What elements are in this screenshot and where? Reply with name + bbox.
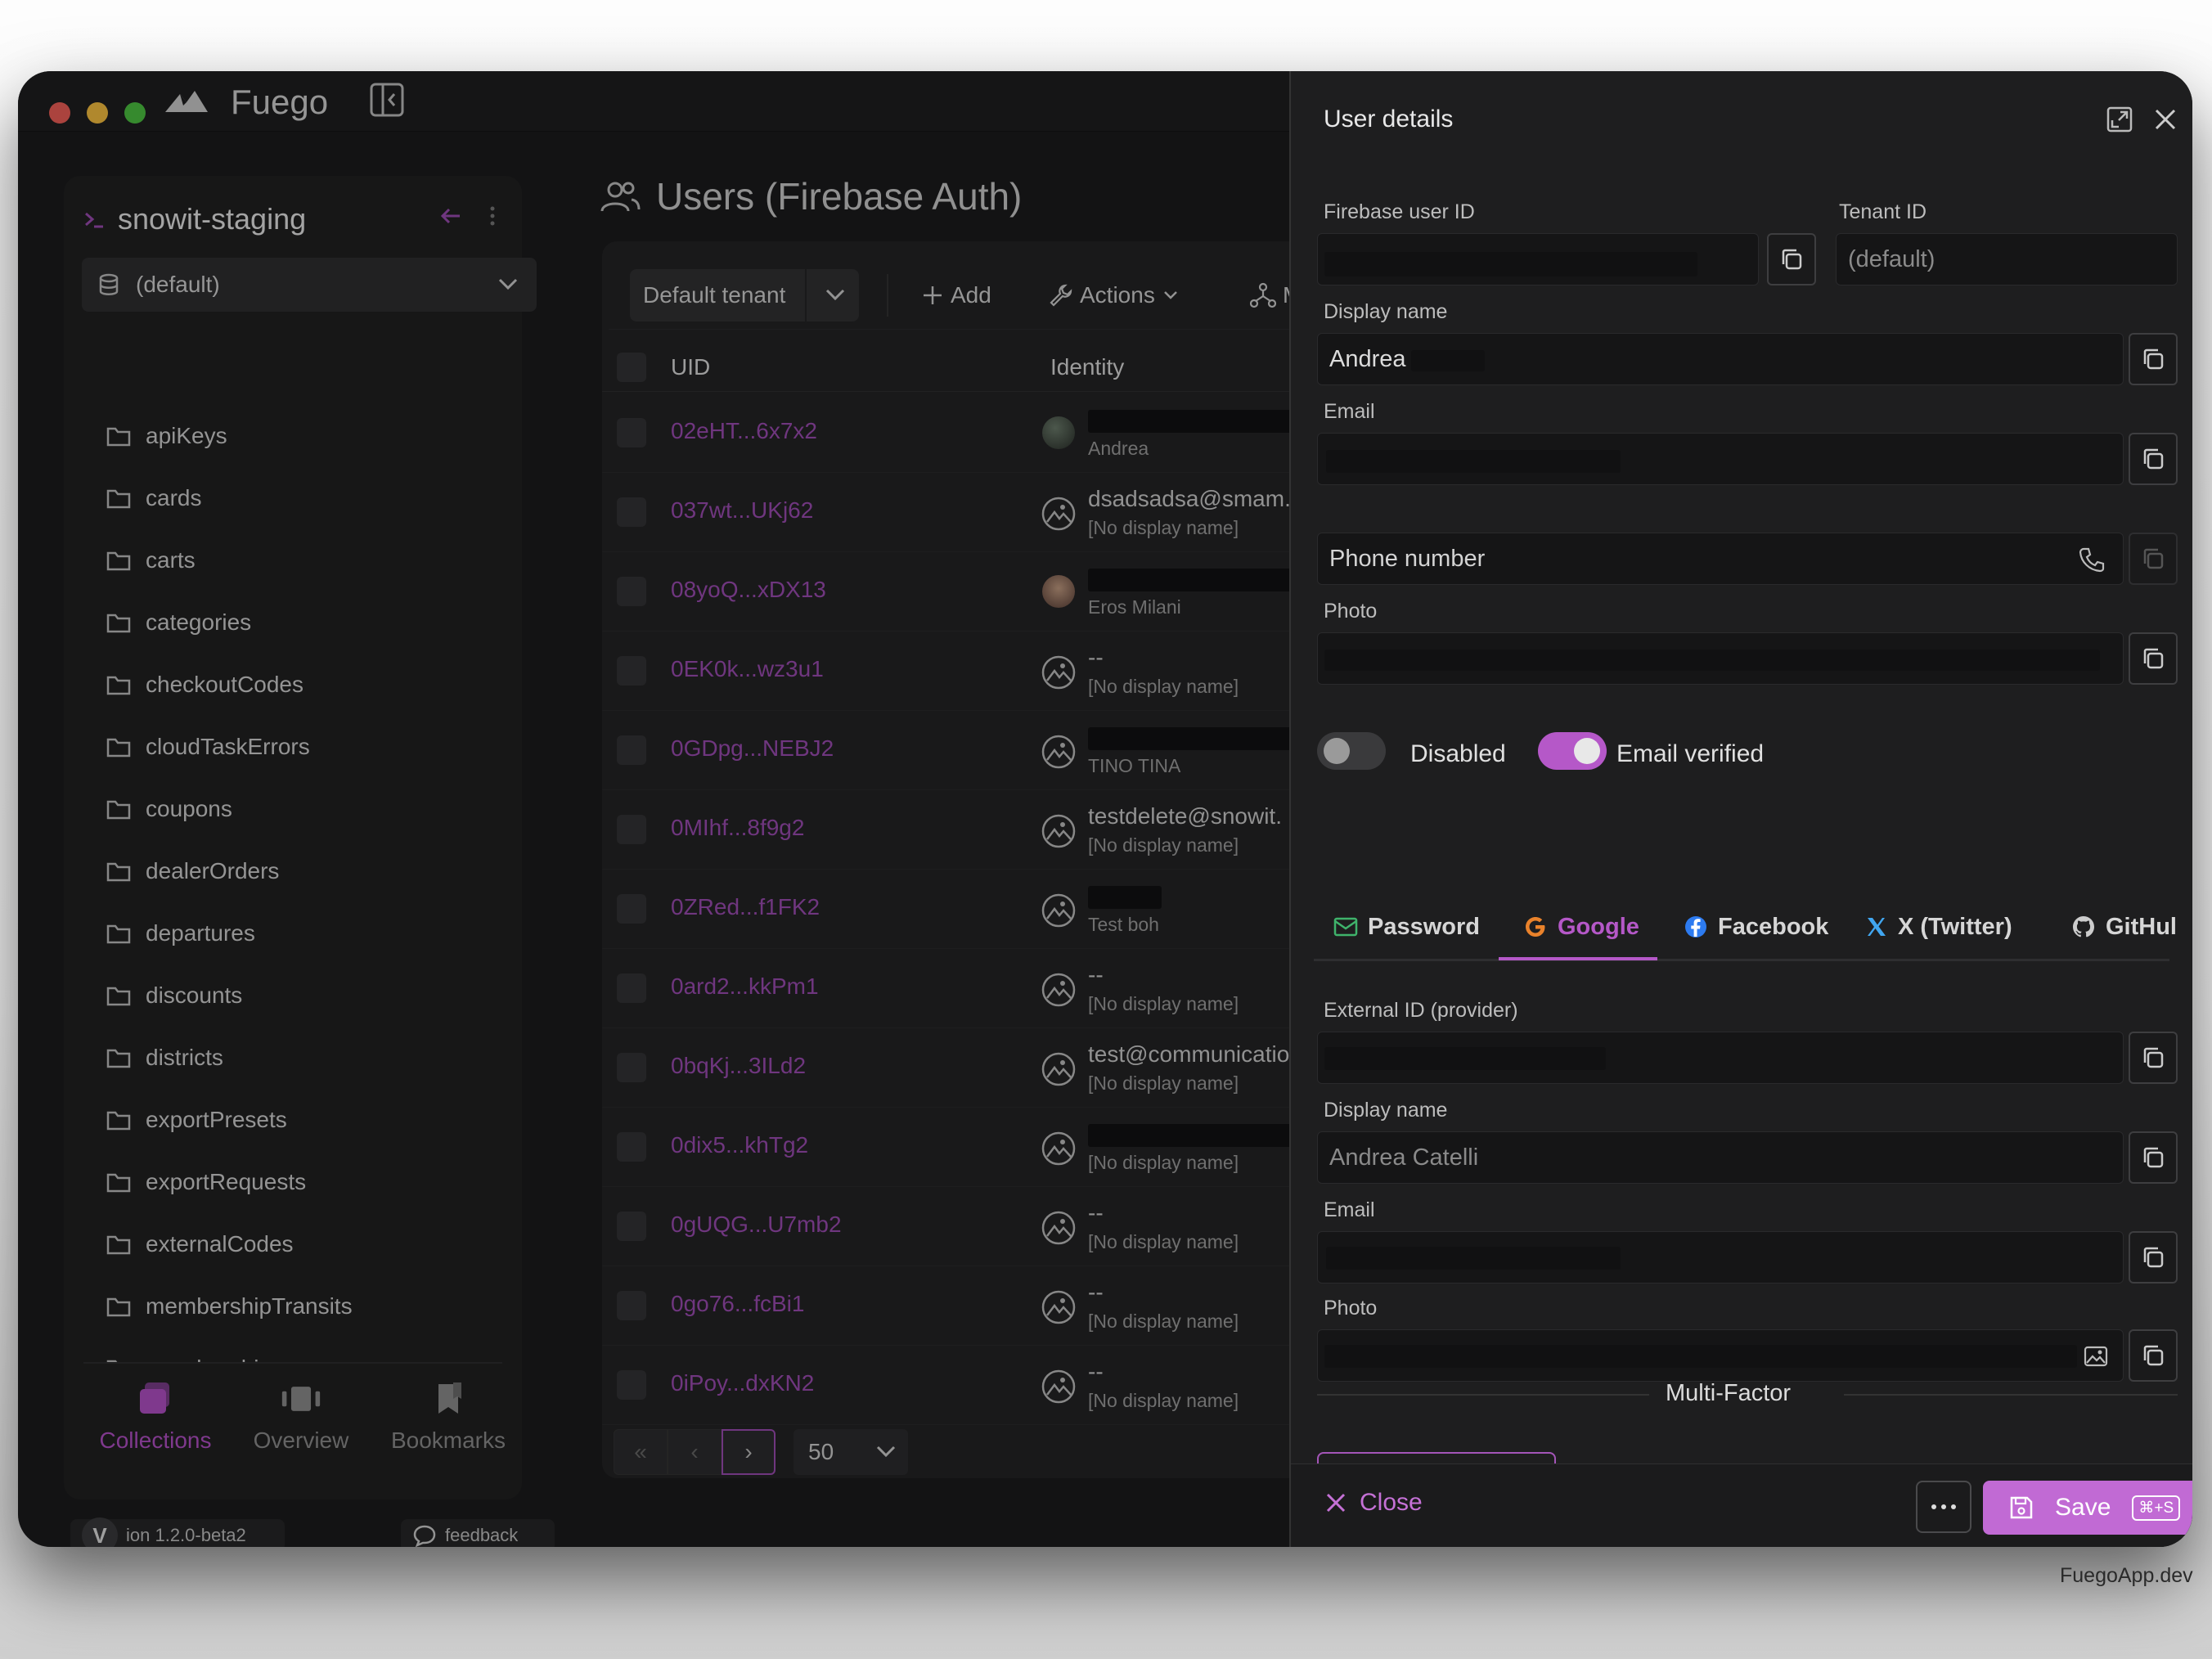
redacted-value	[1324, 650, 2100, 671]
tab-twitter[interactable]: X (Twitter)	[1865, 896, 2012, 958]
toggle-knob	[1574, 738, 1600, 764]
active-tab-indicator	[1499, 957, 1657, 960]
more-horizontal-icon	[1931, 1504, 1956, 1509]
github-icon	[2073, 916, 2094, 937]
redacted-value	[1324, 252, 1697, 276]
tenant-id-field[interactable]: (default)	[1836, 233, 2178, 285]
copy-display-name-button[interactable]	[2129, 333, 2178, 385]
tenant-id-label: Tenant ID	[1839, 200, 1927, 223]
copy-icon	[2143, 348, 2164, 370]
provider-display-name-label: Display name	[1324, 1099, 1448, 1122]
tab-facebook[interactable]: Facebook	[1684, 896, 1828, 958]
phone-field[interactable]: Phone number	[1317, 533, 2124, 585]
close-panel-icon[interactable]	[2153, 107, 2178, 132]
provider-display-name-field[interactable]: Andrea Catelli	[1317, 1131, 2124, 1184]
tab-password[interactable]: Password	[1333, 896, 1480, 958]
save-icon	[2010, 1496, 2033, 1519]
provider-email-field[interactable]	[1317, 1231, 2124, 1284]
mail-icon	[1333, 917, 1358, 937]
save-label: Save	[2055, 1494, 2111, 1521]
display-name-label: Display name	[1324, 300, 1448, 323]
toggle-knob	[1324, 738, 1350, 764]
photo-label: Photo	[1324, 600, 1378, 623]
close-icon	[1326, 1493, 1346, 1513]
redacted-value	[1326, 1247, 1621, 1270]
copy-phone-button[interactable]	[2129, 533, 2178, 585]
section-divider	[1317, 1394, 1649, 1396]
x-icon	[1868, 918, 1886, 936]
redacted-value	[1326, 450, 1621, 473]
copy-provider-email-button[interactable]	[2129, 1231, 2178, 1284]
modal-backdrop[interactable]	[18, 71, 1289, 1547]
copy-uid-button[interactable]	[1767, 233, 1816, 285]
firebase-uid-field[interactable]	[1317, 233, 1759, 285]
tab-label: Password	[1368, 913, 1480, 940]
copy-icon	[2143, 1247, 2164, 1268]
tab-label: X (Twitter)	[1898, 913, 2012, 940]
redacted-value	[1411, 350, 1485, 371]
multi-factor-heading: Multi-Factor	[1666, 1380, 1792, 1406]
tab-label: GitHul	[2106, 913, 2177, 940]
copy-photo-button[interactable]	[2129, 632, 2178, 685]
panel-footer: Close Save ⌘+S	[1291, 1463, 2192, 1547]
user-details-panel: User details Firebase user ID Tenant ID …	[1289, 71, 2192, 1547]
redacted-value	[1324, 1047, 1606, 1070]
provider-photo-label: Photo	[1324, 1297, 1378, 1320]
copy-email-button[interactable]	[2129, 433, 2178, 485]
email-verified-toggle[interactable]	[1538, 732, 1607, 770]
section-divider	[1844, 1394, 2178, 1396]
close-label: Close	[1360, 1489, 1423, 1516]
copy-provider-display-name-button[interactable]	[2129, 1131, 2178, 1184]
copy-icon	[2143, 1047, 2164, 1068]
tab-label: Google	[1558, 913, 1639, 940]
email-field[interactable]	[1317, 433, 2124, 485]
provider-email-label: Email	[1324, 1198, 1375, 1221]
tab-github[interactable]: GitHul	[2071, 896, 2177, 958]
provider-tabs: Password Google Facebook X (Twitter) Git…	[1314, 889, 2177, 961]
email-label: Email	[1324, 400, 1375, 423]
watermark: FuegoApp.dev	[2060, 1564, 2193, 1587]
display-name-field[interactable]: Andrea	[1317, 333, 2124, 385]
external-id-field[interactable]	[1317, 1032, 2124, 1084]
tab-google[interactable]: Google	[1523, 896, 1639, 958]
copy-icon	[1782, 249, 1802, 270]
more-options-button[interactable]	[1916, 1481, 1971, 1533]
copy-external-id-button[interactable]	[2129, 1032, 2178, 1084]
google-icon	[1526, 917, 1545, 937]
provider-photo-field[interactable]	[1317, 1329, 2124, 1382]
disabled-label: Disabled	[1410, 740, 1506, 767]
copy-icon	[2143, 548, 2164, 569]
tab-label: Facebook	[1718, 913, 1829, 940]
phone-placeholder: Phone number	[1329, 545, 1486, 572]
panel-title: User details	[1324, 106, 1454, 133]
email-verified-label: Email verified	[1616, 740, 1765, 767]
copy-icon	[2143, 448, 2164, 470]
facebook-icon	[1685, 916, 1706, 937]
disabled-toggle[interactable]	[1317, 732, 1386, 770]
close-button[interactable]: Close	[1325, 1489, 1423, 1517]
phone-icon	[2079, 546, 2105, 573]
firebase-uid-label: Firebase user ID	[1324, 200, 1475, 223]
app-window: Fuego snowit-staging (default) apiKeys c…	[18, 71, 2192, 1547]
copy-icon	[2143, 648, 2164, 669]
copy-icon	[2143, 1147, 2164, 1168]
display-name-value: Andrea	[1329, 345, 1406, 372]
image-icon	[2084, 1345, 2108, 1368]
copy-icon	[2143, 1345, 2164, 1366]
save-button[interactable]: Save ⌘+S	[1983, 1481, 2192, 1535]
expand-icon[interactable]	[2106, 106, 2133, 133]
save-shortcut: ⌘+S	[2132, 1495, 2181, 1521]
copy-provider-photo-button[interactable]	[2129, 1329, 2178, 1382]
external-id-label: External ID (provider)	[1324, 999, 1518, 1022]
photo-field[interactable]	[1317, 632, 2124, 685]
redacted-value	[1324, 1345, 2077, 1368]
